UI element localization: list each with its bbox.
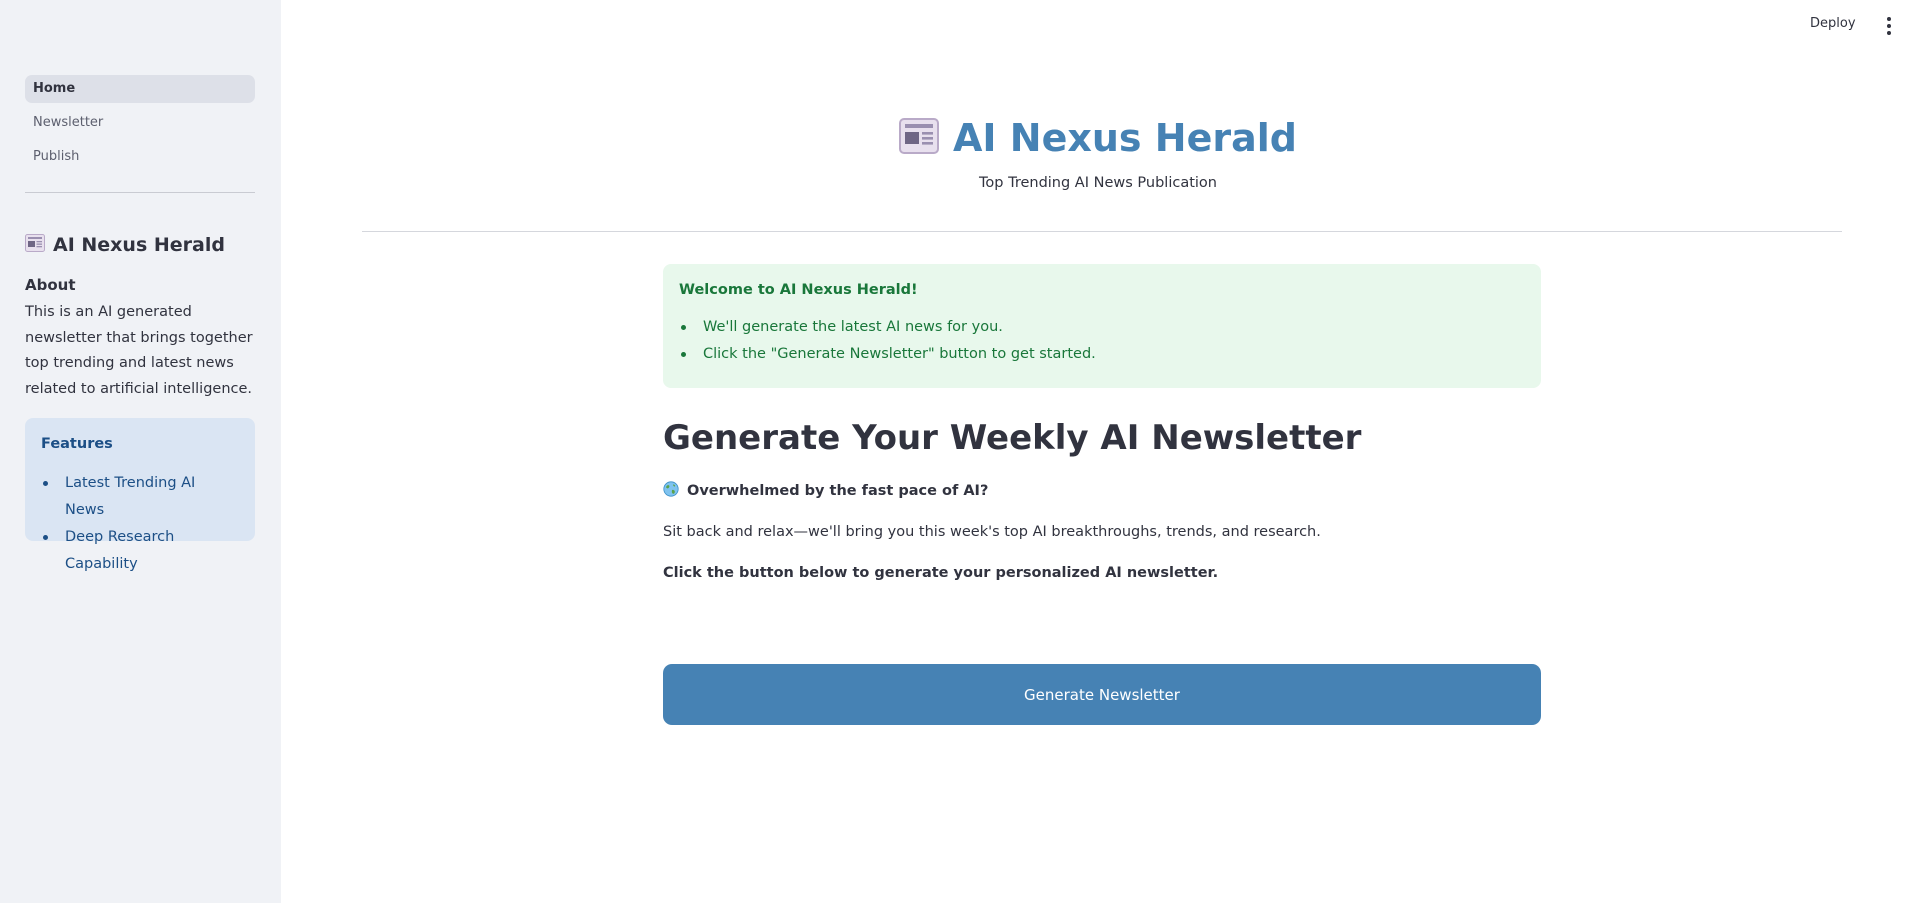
generate-newsletter-button[interactable]: Generate Newsletter: [663, 664, 1541, 725]
overwhelm-text: Overwhelmed by the fast pace of AI?: [687, 483, 989, 499]
more-menu-icon[interactable]: [1884, 17, 1894, 35]
section-heading: Generate Your Weekly AI Newsletter: [663, 418, 1362, 458]
overwhelm-line: Overwhelmed by the fast pace of AI?: [663, 481, 988, 501]
deploy-button[interactable]: Deploy: [1810, 16, 1856, 31]
instruction-text: Click the button below to generate your …: [663, 565, 1219, 581]
nav-item-newsletter[interactable]: Newsletter: [25, 109, 255, 137]
about-heading: About: [25, 276, 76, 294]
features-heading: Features: [41, 436, 113, 452]
relax-text: Sit back and relax—we'll bring you this …: [663, 524, 1321, 540]
newspaper-icon: [25, 233, 45, 257]
newspaper-icon: [899, 118, 940, 158]
nav-item-home[interactable]: Home: [25, 75, 255, 103]
sidebar: Home Newsletter Publish AI Nexus Herald …: [0, 0, 281, 903]
globe-icon: [663, 481, 679, 501]
list-item: Latest Trending AI News: [41, 470, 239, 524]
sidebar-divider: [25, 192, 255, 193]
about-text: This is an AI generated newsletter that …: [25, 304, 253, 397]
nav-item-publish[interactable]: Publish: [25, 143, 255, 171]
features-box: Features Latest Trending AI News Deep Re…: [25, 418, 255, 572]
list-item: Deep Research Capability: [41, 524, 239, 578]
welcome-alert: Welcome to AI Nexus Herald! We'll genera…: [663, 264, 1541, 388]
page-title: AI Nexus Herald: [953, 116, 1297, 160]
list-item: We'll generate the latest AI news for yo…: [679, 314, 1525, 341]
features-list: Latest Trending AI News Deep Research Ca…: [41, 470, 239, 578]
sidebar-title-text: AI Nexus Herald: [53, 234, 225, 256]
welcome-heading: Welcome to AI Nexus Herald!: [679, 282, 918, 298]
list-item: Click the "Generate Newsletter" button t…: [679, 341, 1525, 368]
welcome-list: We'll generate the latest AI news for yo…: [679, 314, 1525, 368]
page-header: AI Nexus Herald: [281, 110, 1915, 166]
main-divider: [362, 231, 1842, 232]
page-subtitle: Top Trending AI News Publication: [979, 175, 1217, 191]
sidebar-title: AI Nexus Herald: [25, 232, 225, 258]
sidebar-nav: Home Newsletter Publish: [25, 75, 255, 177]
app-root: Home Newsletter Publish AI Nexus Herald …: [0, 0, 1915, 903]
